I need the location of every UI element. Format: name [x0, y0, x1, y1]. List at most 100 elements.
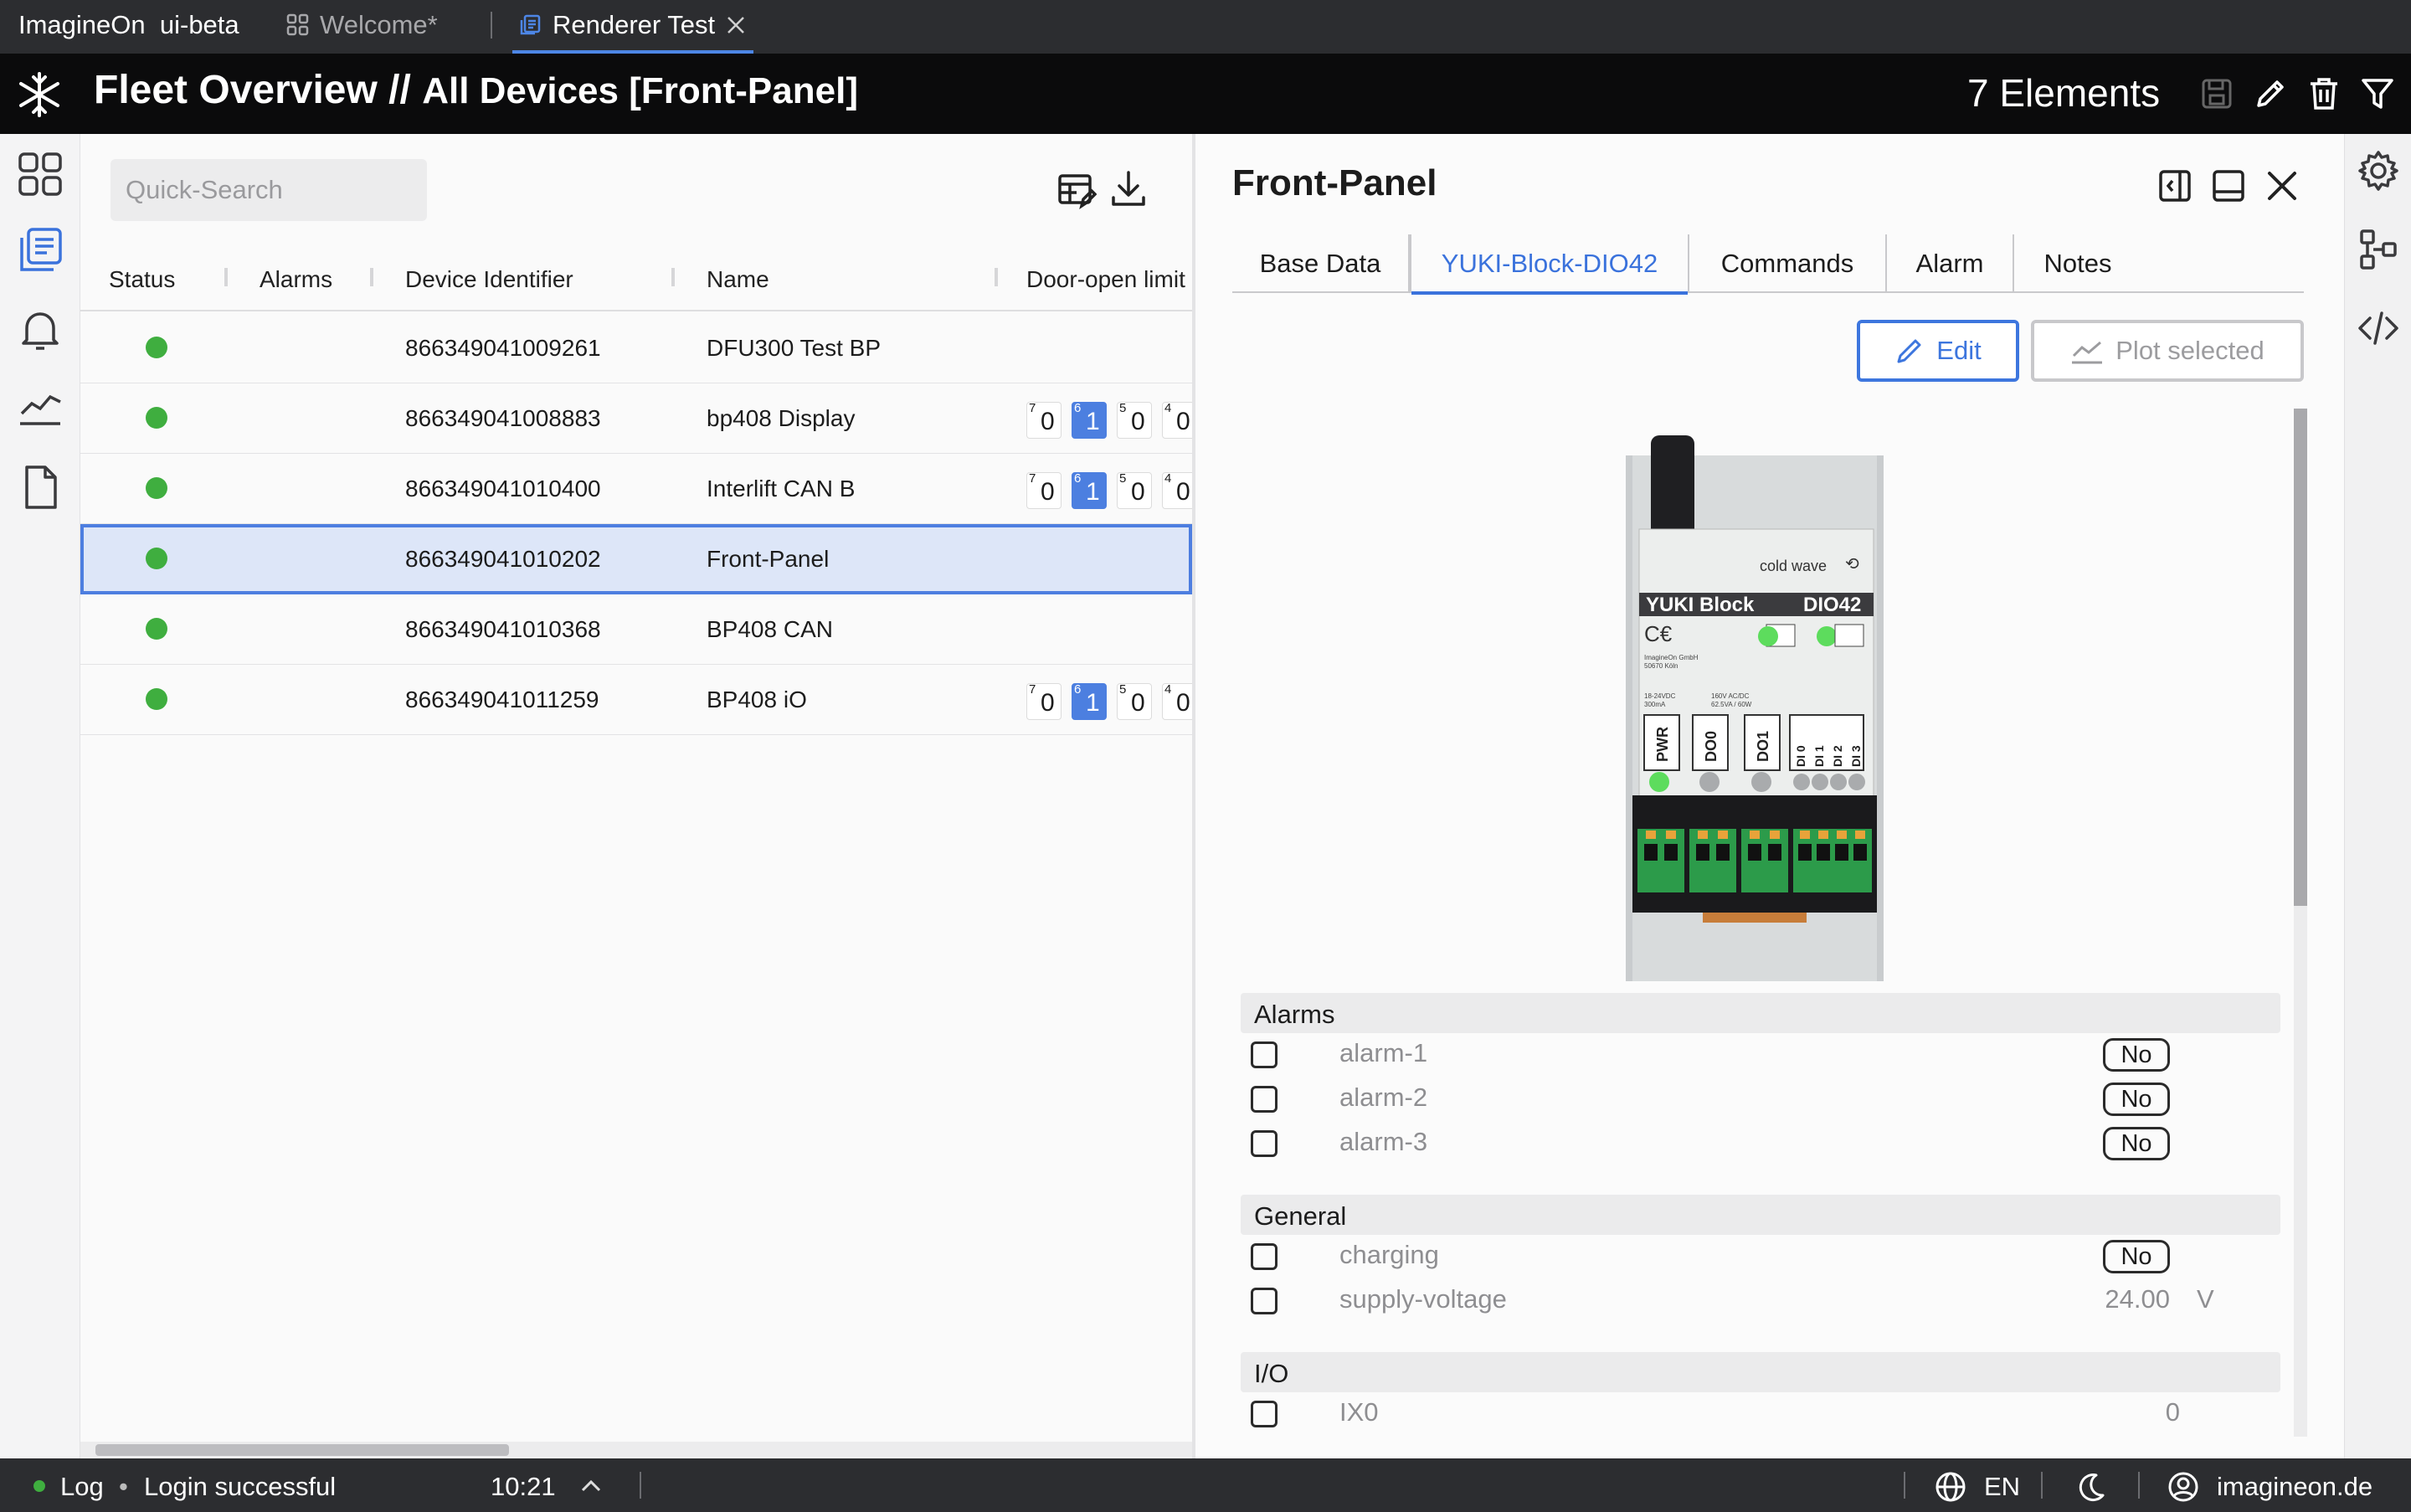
moon-icon[interactable]	[2074, 1470, 2108, 1504]
column-resize-handle[interactable]	[995, 268, 998, 286]
download-icon[interactable]	[1108, 169, 1149, 209]
grid-icon	[286, 13, 309, 36]
svg-text:DI 3: DI 3	[1849, 745, 1863, 767]
tab-notes[interactable]: Notes	[2014, 234, 2141, 293]
bit-value: 1	[1086, 689, 1100, 717]
bell-icon[interactable]	[17, 306, 64, 353]
log-status-dot	[33, 1480, 45, 1492]
device-name-cell: DFU300 Test BP	[707, 335, 882, 361]
property-checkbox[interactable]	[1251, 1041, 1277, 1068]
code-icon[interactable]	[2357, 306, 2400, 350]
chart-line-icon[interactable]	[17, 385, 64, 432]
column-header-name[interactable]: Name	[707, 266, 769, 293]
edit-button[interactable]: Edit	[1857, 320, 2019, 382]
status-dot	[146, 407, 167, 429]
svg-text:DO0: DO0	[1703, 731, 1720, 762]
bit-index: 4	[1164, 682, 1172, 697]
svg-text:160V AC/DC: 160V AC/DC	[1711, 692, 1750, 700]
bit-indicator: 61	[1072, 471, 1107, 509]
table-row[interactable]: 866349041010202 Front-Panel	[80, 524, 1192, 594]
property-checkbox[interactable]	[1251, 1288, 1277, 1314]
bit-indicator: 50	[1117, 401, 1152, 439]
status-divider	[2138, 1472, 2140, 1499]
trash-icon[interactable]	[2306, 75, 2342, 112]
status-time: 10:21	[491, 1472, 556, 1501]
tab-alarm[interactable]: Alarm	[1887, 234, 2014, 293]
bit-indicator: 70	[1026, 471, 1062, 509]
column-resize-handle[interactable]	[224, 268, 228, 286]
property-checkbox[interactable]	[1251, 1401, 1277, 1427]
tab-welcome[interactable]: Welcome*	[286, 0, 438, 50]
column-header-device-identifier[interactable]: Device Identifier	[405, 266, 573, 293]
tab-commands[interactable]: Commands	[1689, 234, 1887, 293]
vertical-scrollbar-thumb[interactable]	[2294, 409, 2307, 906]
property-checkbox[interactable]	[1251, 1130, 1277, 1157]
pencil-icon[interactable]	[2252, 75, 2289, 112]
save-icon[interactable]	[2198, 75, 2235, 112]
device-brand-text: cold wave	[1760, 558, 1827, 574]
language-selector[interactable]: EN	[1984, 1472, 2020, 1502]
table-row[interactable]: 866349041008883 bp408 Display 7 0 6 1 5 0 4 0	[80, 383, 1197, 454]
bit-index: 5	[1119, 401, 1127, 415]
document-icon[interactable]	[17, 464, 64, 511]
chevron-up-icon[interactable]	[579, 1475, 603, 1495]
bit-indicator: 70	[1026, 682, 1062, 720]
boolean-value-badge: No	[2103, 1083, 2170, 1116]
tab-base-data[interactable]: Base Data	[1232, 234, 1410, 293]
bit-index: 7	[1029, 401, 1036, 415]
close-icon[interactable]	[2264, 167, 2300, 204]
column-resize-handle[interactable]	[671, 268, 675, 286]
svg-text:62.5VA / 60W: 62.5VA / 60W	[1711, 701, 1752, 708]
chart-line-icon	[2072, 341, 2103, 364]
svg-text:C€: C€	[1644, 621, 1673, 646]
device-name-cell: BP408 iO	[707, 687, 807, 712]
svg-text:DI 0: DI 0	[1794, 745, 1807, 767]
node-tree-icon[interactable]	[2357, 228, 2400, 271]
status-divider	[2041, 1472, 2043, 1499]
dashboard-grid-icon[interactable]	[17, 151, 64, 198]
title-bar: Fleet Overview // All Devices [Front-Pan…	[0, 54, 2411, 134]
dock-bottom-icon[interactable]	[2210, 167, 2247, 204]
site-link[interactable]: imagineon.de	[2217, 1472, 2372, 1502]
property-checkbox[interactable]	[1251, 1243, 1277, 1270]
bit-value: 1	[1086, 408, 1100, 435]
user-icon[interactable]	[2167, 1470, 2200, 1504]
table-row[interactable]: 866349041010368 BP408 CAN	[80, 594, 1192, 665]
device-model-right-text: DIO42	[1803, 594, 1861, 616]
detail-panel: Front-Panel Base Data YUKI-Block-DIO42 C…	[1195, 134, 2344, 1458]
device-list-icon[interactable]	[17, 226, 64, 273]
globe-icon[interactable]	[1934, 1470, 1967, 1504]
column-resize-handle[interactable]	[370, 268, 373, 286]
tab-renderer-test[interactable]: Renderer Test	[512, 0, 754, 54]
quick-search-input[interactable]	[111, 159, 427, 221]
boolean-value-badge: No	[2103, 1240, 2170, 1273]
bit-value: 0	[1041, 478, 1055, 506]
plot-selected-button[interactable]: Plot selected	[2031, 320, 2304, 382]
table-row[interactable]: 866349041009261 DFU300 Test BP	[80, 313, 1192, 383]
pencil-icon	[1897, 339, 1921, 363]
filter-icon[interactable]	[2359, 75, 2396, 112]
svg-text:50670 Köln: 50670 Köln	[1644, 662, 1678, 670]
close-icon[interactable]	[725, 14, 747, 36]
device-name-cell: BP408 CAN	[707, 616, 833, 642]
dock-left-icon[interactable]	[2157, 167, 2193, 204]
column-header-door-open-limit[interactable]: Door-open limit	[1026, 266, 1185, 293]
log-button[interactable]: Log	[60, 1472, 104, 1502]
detail-tabs: Base Data YUKI-Block-DIO42 Commands Alar…	[1232, 234, 2304, 295]
table-row[interactable]: 866349041010400 Interlift CAN B70615040	[80, 454, 1197, 524]
gear-icon[interactable]	[2357, 149, 2400, 193]
numeric-value: 0	[2165, 1397, 2180, 1427]
tab-yuki-block-dio42[interactable]: YUKI-Block-DIO42	[1410, 234, 1689, 295]
property-checkbox[interactable]	[1251, 1086, 1277, 1113]
bit-index: 6	[1074, 682, 1082, 697]
bit-indicator: 61	[1072, 682, 1107, 720]
section-header: General	[1241, 1195, 2280, 1235]
status-dot	[146, 618, 167, 640]
bit-indicator: 70	[1026, 401, 1062, 439]
table-row[interactable]: 866349041011259 BP408 iO 7 0 6 1 5 0 4 0	[80, 665, 1197, 735]
column-header-alarms[interactable]: Alarms	[260, 266, 332, 293]
table-edit-icon[interactable]	[1056, 171, 1097, 211]
column-header-status[interactable]: Status	[109, 266, 175, 293]
horizontal-scrollbar-thumb[interactable]	[95, 1444, 509, 1456]
bit-value: 0	[1176, 478, 1190, 506]
